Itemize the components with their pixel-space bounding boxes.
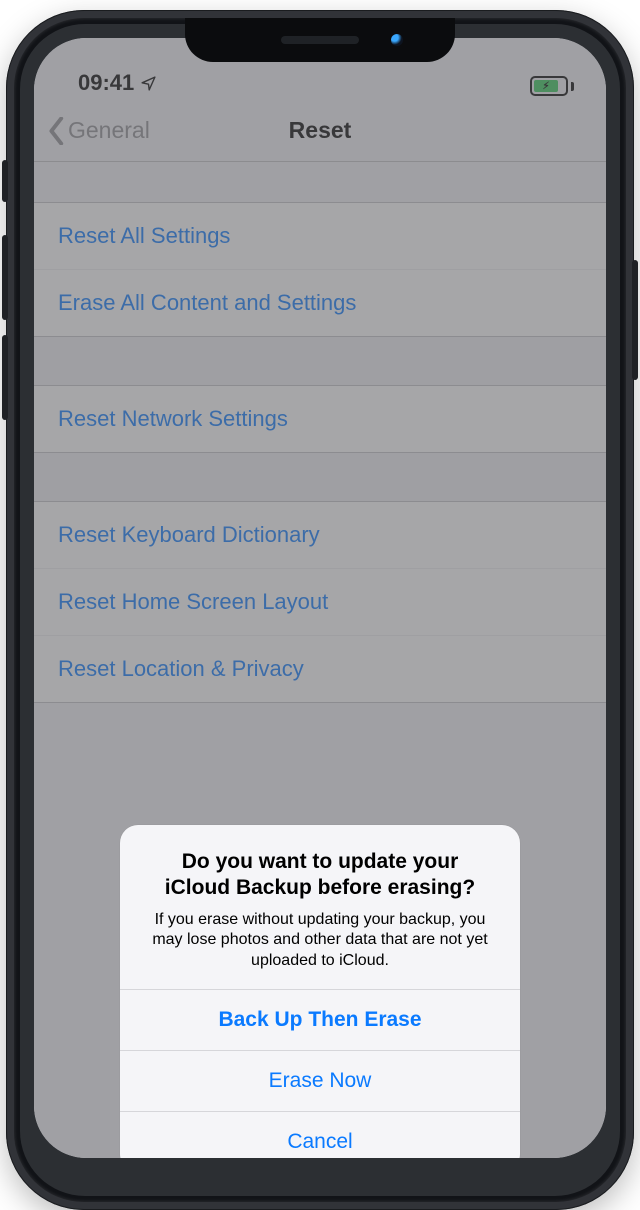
front-camera <box>391 34 403 46</box>
notch <box>185 18 455 62</box>
screen: 09:41 ⚡︎ General Reset Reset All Setting… <box>34 38 606 1158</box>
cancel-button[interactable]: Cancel <box>120 1111 520 1158</box>
alert-sheet: Do you want to update your iCloud Backup… <box>120 825 520 1158</box>
speaker-grille <box>281 36 359 44</box>
alert-header: Do you want to update your iCloud Backup… <box>120 825 520 989</box>
backup-then-erase-button[interactable]: Back Up Then Erase <box>120 989 520 1050</box>
alert-body: If you erase without updating your backu… <box>148 910 492 971</box>
erase-now-button[interactable]: Erase Now <box>120 1050 520 1111</box>
alert-title: Do you want to update your iCloud Backup… <box>148 849 492 902</box>
silent-switch <box>2 160 8 202</box>
power-button <box>632 260 638 380</box>
device-frame: 09:41 ⚡︎ General Reset Reset All Setting… <box>6 10 634 1210</box>
volume-up-button <box>2 235 8 320</box>
volume-down-button <box>2 335 8 420</box>
